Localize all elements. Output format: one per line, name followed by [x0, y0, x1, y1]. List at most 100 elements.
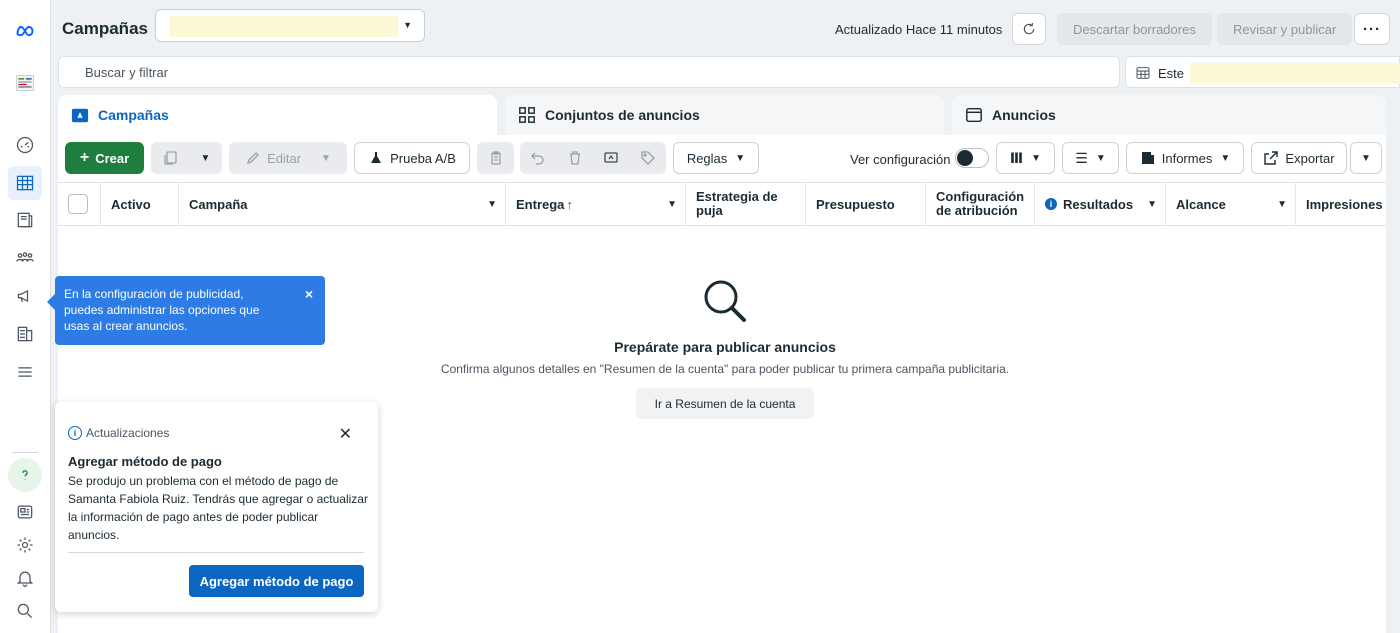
duplicate-icon: [163, 151, 177, 165]
account-avatar[interactable]: [8, 66, 42, 100]
info-icon[interactable]: i: [1045, 198, 1057, 210]
column-budget[interactable]: Presupuesto: [806, 183, 926, 225]
review-publish-button[interactable]: Revisar y publicar: [1217, 13, 1353, 45]
preview-icon[interactable]: [603, 150, 619, 166]
tab-campaigns[interactable]: Campañas: [58, 95, 497, 135]
flask-icon: [371, 152, 382, 163]
rail-divider: [12, 452, 38, 453]
columns-icon: Ⅲ: [1009, 149, 1024, 166]
close-icon[interactable]: ×: [305, 286, 313, 302]
column-delivery[interactable]: Entrega ↑ ▼: [506, 183, 686, 225]
date-range-highlight: [1190, 63, 1400, 84]
search-filter-bar[interactable]: [58, 56, 1120, 88]
page-title: Campañas: [62, 19, 148, 38]
ad-account-select[interactable]: ▼: [155, 9, 425, 42]
search-icon[interactable]: [8, 594, 42, 628]
card-divider: [68, 552, 364, 553]
more-options-button[interactable]: ···: [1354, 13, 1390, 45]
updates-header-label: Actualizaciones: [86, 426, 170, 440]
reports-icon: [1141, 152, 1154, 164]
settings-gear-icon[interactable]: [8, 528, 42, 562]
rules-label: Reglas: [686, 150, 728, 166]
ad-window-icon: [964, 105, 984, 125]
refresh-button[interactable]: [1012, 13, 1046, 45]
add-payment-method-button[interactable]: Agregar método de pago: [189, 565, 364, 597]
create-button[interactable]: + Crear: [65, 142, 144, 174]
chevron-down-icon: ▼: [200, 152, 211, 164]
empty-state-subtitle: Confirma algunos detalles en "Resumen de…: [440, 362, 1010, 376]
search-input[interactable]: [59, 57, 1119, 87]
reports-label: Informes: [1161, 150, 1213, 166]
tab-ad-sets-label: Conjuntos de anuncios: [545, 107, 700, 123]
column-results[interactable]: i Resultados ▼: [1035, 183, 1166, 225]
delete-clipboard-button[interactable]: [477, 142, 514, 174]
refresh-icon: [1023, 23, 1035, 35]
search-magnifier-icon: [704, 280, 746, 322]
megaphone-icon[interactable]: [8, 279, 42, 313]
last-updated-text: Actualizado Hace 11 minutos: [835, 22, 1003, 37]
grid-icon: [517, 105, 537, 125]
go-to-account-summary-button[interactable]: Ir a Resumen de la cuenta: [636, 388, 814, 419]
select-all-cell: [58, 183, 101, 225]
export-icon: [1264, 151, 1279, 165]
column-bid-strategy-label: Estrategia de puja: [696, 189, 778, 218]
column-attribution-label: Configuración de atribución: [936, 189, 1025, 218]
edit-button-label: Editar: [267, 150, 302, 166]
dashboard-gauge-icon[interactable]: [8, 128, 42, 162]
view-config-label: Ver configuración: [850, 152, 951, 167]
column-impressions[interactable]: Impresiones: [1296, 183, 1386, 225]
news-feed-icon[interactable]: [8, 495, 42, 529]
chevron-down-icon: ▼: [403, 20, 412, 30]
reports-button[interactable]: Informes ▼: [1126, 142, 1244, 174]
chevron-down-icon[interactable]: ▼: [667, 199, 677, 210]
account-name-highlight: [170, 16, 398, 37]
breakdown-button[interactable]: ☰ ▼: [1062, 142, 1119, 174]
toggle-knob: [957, 150, 973, 166]
tag-icon[interactable]: [640, 150, 656, 166]
chevron-down-icon[interactable]: ▼: [487, 199, 497, 210]
export-button[interactable]: Exportar: [1251, 142, 1347, 174]
notifications-bell-icon[interactable]: [8, 561, 42, 595]
tab-ads[interactable]: Anuncios: [952, 95, 1386, 135]
column-active[interactable]: Activo: [101, 183, 179, 225]
meta-logo-icon[interactable]: [8, 14, 42, 48]
left-nav-rail: [0, 0, 51, 633]
rules-button[interactable]: Reglas ▼: [673, 142, 759, 174]
close-icon[interactable]: ✕: [339, 424, 352, 444]
column-active-label: Activo: [111, 196, 151, 212]
chevron-down-icon[interactable]: ▼: [1147, 199, 1157, 210]
pages-icon[interactable]: [8, 203, 42, 237]
tab-ad-sets[interactable]: Conjuntos de anuncios: [505, 95, 944, 135]
breakdown-icon: ☰: [1075, 149, 1088, 166]
column-attribution[interactable]: Configuración de atribución: [926, 183, 1035, 225]
trash-icon[interactable]: [567, 150, 583, 166]
duplicate-button[interactable]: ▼: [151, 142, 222, 174]
ab-test-button[interactable]: Prueba A/B: [354, 142, 470, 174]
column-results-label: Resultados: [1063, 196, 1134, 212]
column-impressions-label: Impresiones: [1306, 196, 1383, 212]
view-config-toggle[interactable]: [955, 148, 989, 168]
column-budget-label: Presupuesto: [816, 196, 895, 212]
edit-button[interactable]: Editar ▼: [229, 142, 347, 174]
undo-icon[interactable]: [530, 150, 546, 166]
updates-header: i Actualizaciones: [68, 426, 169, 440]
select-all-checkbox[interactable]: [68, 194, 88, 214]
chevron-down-icon[interactable]: ▼: [1277, 199, 1287, 210]
column-delivery-label: Entrega: [516, 196, 565, 212]
column-campaign[interactable]: Campaña ▼: [179, 183, 506, 225]
help-icon[interactable]: [8, 458, 42, 492]
date-range-picker[interactable]: Este: [1125, 56, 1400, 88]
column-reach[interactable]: Alcance ▼: [1166, 183, 1296, 225]
column-reach-label: Alcance: [1176, 196, 1226, 212]
tooltip-text: En la configuración de publicidad, puede…: [64, 287, 260, 333]
columns-button[interactable]: Ⅲ ▼: [996, 142, 1055, 174]
audiences-icon[interactable]: [8, 241, 42, 275]
export-dropdown-button[interactable]: ▼: [1350, 142, 1382, 174]
column-bid-strategy[interactable]: Estrategia de puja: [686, 183, 806, 225]
chevron-down-icon: ▼: [1361, 152, 1371, 164]
campaigns-table-icon[interactable]: [8, 166, 42, 200]
discard-drafts-button[interactable]: Descartar borradores: [1057, 13, 1212, 45]
date-range-label: Este: [1158, 66, 1185, 81]
plus-icon: +: [79, 149, 90, 166]
top-header: Campañas ▼ Actualizado Hace 11 minutos D…: [51, 0, 1400, 56]
